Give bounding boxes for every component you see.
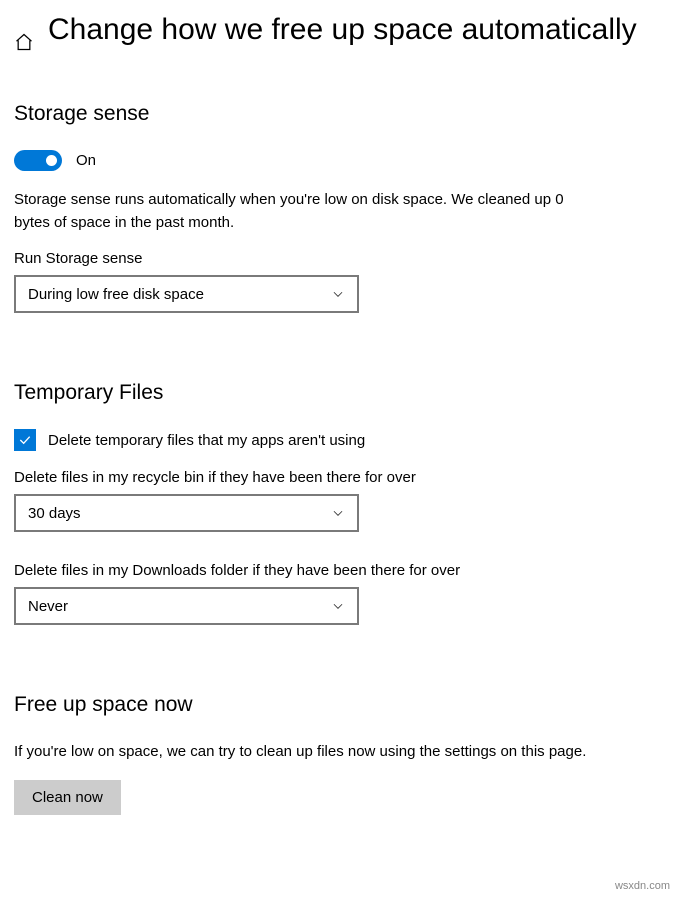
chevron-down-icon <box>331 287 345 301</box>
watermark: wsxdn.com <box>615 880 670 892</box>
free-up-space-heading: Free up space now <box>14 693 666 717</box>
recycle-bin-dropdown[interactable]: 30 days <box>14 494 359 532</box>
storage-sense-section: Storage sense On Storage sense runs auto… <box>14 102 666 313</box>
run-storage-sense-label: Run Storage sense <box>14 250 666 267</box>
free-up-space-description: If you're low on space, we can try to cl… <box>14 741 666 764</box>
chevron-down-icon <box>331 599 345 613</box>
temporary-files-heading: Temporary Files <box>14 381 666 405</box>
storage-sense-description: Storage sense runs automatically when yo… <box>14 189 574 234</box>
storage-sense-toggle[interactable] <box>14 150 62 171</box>
page-title: Change how we free up space automaticall… <box>48 10 637 51</box>
clean-now-button[interactable]: Clean now <box>14 780 121 815</box>
home-icon[interactable] <box>14 32 34 52</box>
recycle-bin-value: 30 days <box>28 505 81 522</box>
delete-temp-files-label: Delete temporary files that my apps aren… <box>48 432 365 449</box>
temporary-files-section: Temporary Files Delete temporary files t… <box>14 381 666 625</box>
run-storage-sense-value: During low free disk space <box>28 286 204 303</box>
downloads-dropdown[interactable]: Never <box>14 587 359 625</box>
storage-sense-toggle-label: On <box>76 152 96 169</box>
delete-temp-files-checkbox[interactable] <box>14 429 36 451</box>
run-storage-sense-dropdown[interactable]: During low free disk space <box>14 275 359 313</box>
storage-sense-heading: Storage sense <box>14 102 666 126</box>
free-up-space-section: Free up space now If you're low on space… <box>14 693 666 815</box>
downloads-value: Never <box>28 598 68 615</box>
recycle-bin-label: Delete files in my recycle bin if they h… <box>14 469 666 486</box>
chevron-down-icon <box>331 506 345 520</box>
downloads-label: Delete files in my Downloads folder if t… <box>14 562 666 579</box>
